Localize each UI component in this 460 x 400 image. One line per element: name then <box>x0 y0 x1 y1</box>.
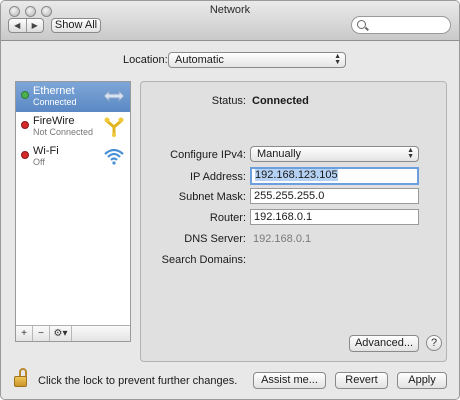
revert-button[interactable]: Revert <box>335 372 388 389</box>
help-button[interactable]: ? <box>426 335 442 351</box>
search-icon <box>357 20 366 29</box>
service-list: Ethernet Connected FireWire Not Connecte… <box>15 81 131 342</box>
lock-icon[interactable] <box>13 368 29 388</box>
ip-address-label: IP Address: <box>189 171 246 183</box>
show-all-button[interactable]: Show All <box>51 18 101 33</box>
lock-message: Click the lock to prevent further change… <box>38 375 238 387</box>
router-field[interactable]: 192.168.0.1 <box>250 209 419 225</box>
select-arrows-icon: ▲ ▼ <box>334 53 341 66</box>
advanced-button[interactable]: Advanced... <box>349 335 419 352</box>
search-domains-label: Search Domains: <box>161 254 246 266</box>
configure-ipv4-label: Configure IPv4: <box>170 149 246 161</box>
service-status: Connected <box>33 97 77 107</box>
service-name: Wi-Fi <box>33 145 59 157</box>
add-service-button[interactable]: + <box>16 326 33 341</box>
ip-address-value: 192.168.123.105 <box>255 169 338 181</box>
service-status: Not Connected <box>33 127 94 137</box>
service-name: Ethernet <box>33 85 75 97</box>
status-dot-icon <box>21 91 29 99</box>
action-menu-button[interactable]: ⚙▾ <box>50 326 72 341</box>
dns-server-label: DNS Server: <box>184 233 246 245</box>
ip-address-field[interactable]: 192.168.123.105 <box>250 167 419 185</box>
location-value: Automatic <box>175 54 224 66</box>
location-label: Location: <box>123 54 168 66</box>
service-item-ethernet[interactable]: Ethernet Connected <box>16 82 130 112</box>
forward-button[interactable]: ▶ <box>27 19 44 32</box>
configure-ipv4-select[interactable]: Manually ▲ ▼ <box>250 146 419 162</box>
assist-me-button[interactable]: Assist me... <box>253 372 326 389</box>
subnet-mask-label: Subnet Mask: <box>178 191 246 203</box>
remove-service-button[interactable]: − <box>33 326 50 341</box>
status-dot-icon <box>21 151 29 159</box>
status-dot-icon <box>21 121 29 129</box>
network-preferences-window: Network ◀ ▶ Show All Location: Automatic… <box>0 0 460 400</box>
service-list-toolbar: + − ⚙▾ <box>16 325 130 341</box>
window-title: Network <box>209 4 251 16</box>
apply-button[interactable]: Apply <box>397 372 447 389</box>
subnet-mask-field[interactable]: 255.255.255.0 <box>250 188 419 204</box>
search-field[interactable] <box>351 16 451 34</box>
service-name: FireWire <box>33 115 75 127</box>
router-label: Router: <box>209 212 246 224</box>
service-status: Off <box>33 157 45 167</box>
wifi-icon <box>104 148 124 165</box>
select-arrows-icon: ▲ ▼ <box>407 147 414 160</box>
back-button[interactable]: ◀ <box>9 19 27 32</box>
firewire-icon <box>104 117 124 137</box>
status-value: Connected <box>252 95 309 107</box>
dns-server-value: 192.168.0.1 <box>253 233 312 245</box>
ethernet-arrows-icon <box>103 89 125 103</box>
configure-ipv4-value: Manually <box>257 148 302 160</box>
service-item-wifi[interactable]: Wi-Fi Off <box>16 142 130 172</box>
back-forward-control: ◀ ▶ <box>8 18 44 33</box>
location-select[interactable]: Automatic ▲ ▼ <box>168 52 346 68</box>
service-item-firewire[interactable]: FireWire Not Connected <box>16 112 130 142</box>
title-bar: Network ◀ ▶ Show All <box>1 1 459 41</box>
status-label: Status: <box>211 95 246 107</box>
